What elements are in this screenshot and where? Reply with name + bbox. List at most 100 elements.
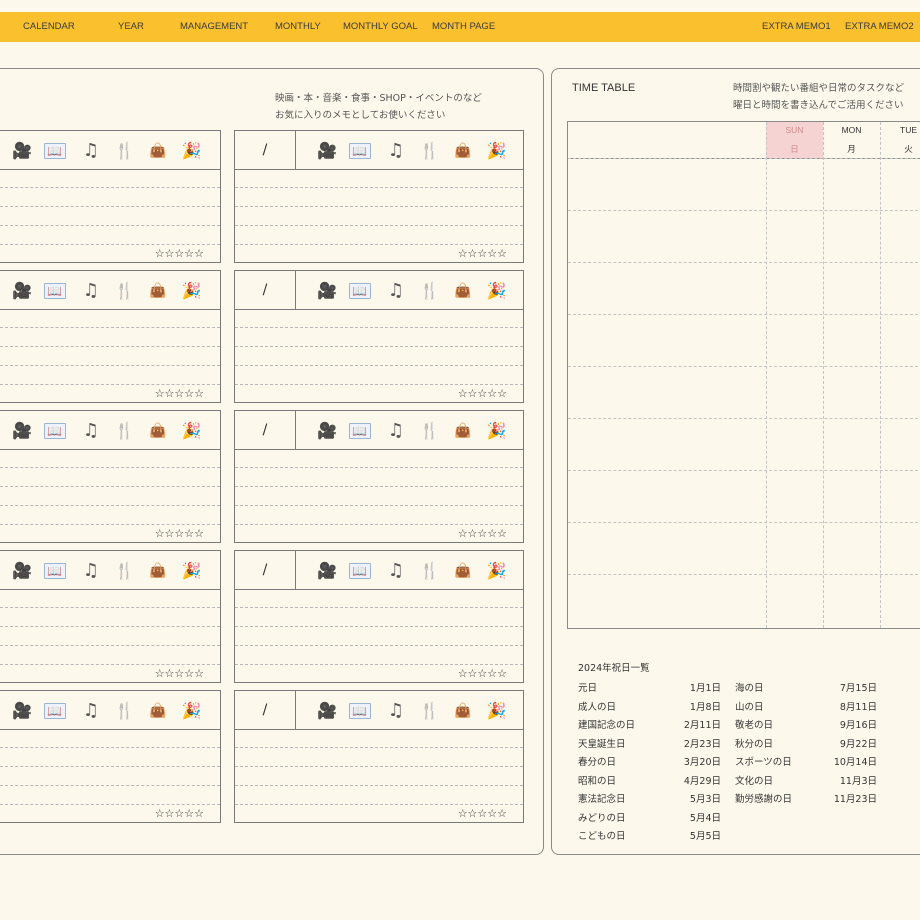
fork-knife-icon[interactable]: 🍴 xyxy=(113,139,137,163)
party-popper-icon[interactable]: 🎉 xyxy=(485,699,509,723)
memo-line xyxy=(0,244,220,245)
party-popper-icon[interactable]: 🎉 xyxy=(180,139,204,163)
memo-date-field[interactable]: / xyxy=(235,411,296,449)
film-camera-icon[interactable]: 🎥 xyxy=(315,139,339,163)
party-popper-icon[interactable]: 🎉 xyxy=(180,699,204,723)
memo-card[interactable]: / 🎥 📖 ♫ 🍴 👜 🎉 ☆☆☆☆☆ xyxy=(234,410,524,543)
memo-card[interactable]: / 🎥 📖 ♫ 🍴 👜 🎉 ☆☆☆☆☆ xyxy=(234,270,524,403)
book-icon[interactable]: 📖 xyxy=(348,703,371,719)
nav-management[interactable]: MANAGEMENT xyxy=(180,12,248,42)
music-notes-icon[interactable]: ♫ xyxy=(79,559,103,583)
film-camera-icon[interactable]: 🎥 xyxy=(315,279,339,303)
party-popper-icon[interactable]: 🎉 xyxy=(180,559,204,583)
film-camera-icon[interactable]: 🎥 xyxy=(10,279,34,303)
memo-card[interactable]: 🎥 📖 ♫ 🍴 👜 🎉 ☆☆☆☆☆ xyxy=(0,270,221,403)
category-icons: 🎥 📖 ♫ 🍴 👜 🎉 xyxy=(10,699,213,723)
book-icon[interactable]: 📖 xyxy=(348,423,371,439)
memo-card[interactable]: 🎥 📖 ♫ 🍴 👜 🎉 ☆☆☆☆☆ xyxy=(0,130,221,263)
memo-line xyxy=(235,785,523,786)
timetable-grid[interactable]: SUN 日 MON 月 TUE 火 xyxy=(567,121,920,629)
nav-extra-memo2[interactable]: EXTRA MEMO2 xyxy=(845,12,914,42)
handbag-icon[interactable]: 👜 xyxy=(451,139,475,163)
fork-knife-icon[interactable]: 🍴 xyxy=(418,559,442,583)
memo-card[interactable]: 🎥 📖 ♫ 🍴 👜 🎉 ☆☆☆☆☆ xyxy=(0,690,221,823)
handbag-icon[interactable]: 👜 xyxy=(146,559,170,583)
rating-stars[interactable]: ☆☆☆☆☆ xyxy=(155,387,204,400)
music-notes-icon[interactable]: ♫ xyxy=(79,139,103,163)
memo-card-header: / 🎥 📖 ♫ 🍴 👜 🎉 xyxy=(235,131,523,170)
book-icon[interactable]: 📖 xyxy=(43,423,66,439)
handbag-icon[interactable]: 👜 xyxy=(451,279,475,303)
rating-stars[interactable]: ☆☆☆☆☆ xyxy=(458,527,507,540)
handbag-icon[interactable]: 👜 xyxy=(451,419,475,443)
music-notes-icon[interactable]: ♫ xyxy=(384,559,408,583)
nav-monthly[interactable]: MONTHLY xyxy=(275,12,321,42)
handbag-icon[interactable]: 👜 xyxy=(146,699,170,723)
fork-knife-icon[interactable]: 🍴 xyxy=(113,559,137,583)
nav-month-page[interactable]: MONTH PAGE xyxy=(432,12,495,42)
film-camera-icon[interactable]: 🎥 xyxy=(10,139,34,163)
nav-extra-memo1[interactable]: EXTRA MEMO1 xyxy=(762,12,831,42)
rating-stars[interactable]: ☆☆☆☆☆ xyxy=(458,247,507,260)
memo-card-header: 🎥 📖 ♫ 🍴 👜 🎉 xyxy=(0,271,220,310)
memo-date-field[interactable]: / xyxy=(235,551,296,589)
rating-stars[interactable]: ☆☆☆☆☆ xyxy=(458,387,507,400)
fork-knife-icon[interactable]: 🍴 xyxy=(113,699,137,723)
handbag-icon[interactable]: 👜 xyxy=(146,419,170,443)
music-notes-icon[interactable]: ♫ xyxy=(79,279,103,303)
music-notes-icon[interactable]: ♫ xyxy=(384,699,408,723)
party-popper-icon[interactable]: 🎉 xyxy=(485,559,509,583)
handbag-icon[interactable]: 👜 xyxy=(451,559,475,583)
fork-knife-icon[interactable]: 🍴 xyxy=(418,419,442,443)
memo-card[interactable]: 🎥 📖 ♫ 🍴 👜 🎉 ☆☆☆☆☆ xyxy=(0,410,221,543)
nav-monthly-goal[interactable]: MONTHLY GOAL xyxy=(343,12,418,42)
rating-stars[interactable]: ☆☆☆☆☆ xyxy=(458,667,507,680)
film-camera-icon[interactable]: 🎥 xyxy=(315,559,339,583)
rating-stars[interactable]: ☆☆☆☆☆ xyxy=(155,247,204,260)
film-camera-icon[interactable]: 🎥 xyxy=(315,419,339,443)
memo-card[interactable]: / 🎥 📖 ♫ 🍴 👜 🎉 ☆☆☆☆☆ xyxy=(234,130,524,263)
book-icon[interactable]: 📖 xyxy=(43,703,66,719)
music-notes-icon[interactable]: ♫ xyxy=(79,699,103,723)
party-popper-icon[interactable]: 🎉 xyxy=(485,139,509,163)
fork-knife-icon[interactable]: 🍴 xyxy=(418,279,442,303)
music-notes-icon[interactable]: ♫ xyxy=(384,419,408,443)
book-icon[interactable]: 📖 xyxy=(348,563,371,579)
memo-date-field[interactable]: / xyxy=(235,131,296,169)
film-camera-icon[interactable]: 🎥 xyxy=(10,559,34,583)
fork-knife-icon[interactable]: 🍴 xyxy=(418,699,442,723)
nav-year[interactable]: YEAR xyxy=(118,12,144,42)
music-notes-icon[interactable]: ♫ xyxy=(384,139,408,163)
memo-date-field[interactable]: / xyxy=(235,691,296,729)
music-notes-icon[interactable]: ♫ xyxy=(384,279,408,303)
memo-date-field[interactable]: / xyxy=(235,271,296,309)
book-icon[interactable]: 📖 xyxy=(348,283,371,299)
memo-card[interactable]: / 🎥 📖 ♫ 🍴 👜 🎉 ☆☆☆☆☆ xyxy=(234,550,524,683)
book-icon[interactable]: 📖 xyxy=(43,283,66,299)
film-camera-icon[interactable]: 🎥 xyxy=(10,419,34,443)
party-popper-icon[interactable]: 🎉 xyxy=(485,419,509,443)
rating-stars[interactable]: ☆☆☆☆☆ xyxy=(155,667,204,680)
handbag-icon[interactable]: 👜 xyxy=(451,699,475,723)
film-camera-icon[interactable]: 🎥 xyxy=(10,699,34,723)
party-popper-icon[interactable]: 🎉 xyxy=(180,279,204,303)
memo-card[interactable]: 🎥 📖 ♫ 🍴 👜 🎉 ☆☆☆☆☆ xyxy=(0,550,221,683)
rating-stars[interactable]: ☆☆☆☆☆ xyxy=(458,807,507,820)
rating-stars[interactable]: ☆☆☆☆☆ xyxy=(155,807,204,820)
party-popper-icon[interactable]: 🎉 xyxy=(180,419,204,443)
rating-stars[interactable]: ☆☆☆☆☆ xyxy=(155,527,204,540)
book-icon[interactable]: 📖 xyxy=(348,143,371,159)
nav-calendar[interactable]: CALENDAR xyxy=(23,12,75,42)
party-popper-icon[interactable]: 🎉 xyxy=(485,279,509,303)
fork-knife-icon[interactable]: 🍴 xyxy=(418,139,442,163)
book-icon[interactable]: 📖 xyxy=(43,143,66,159)
memo-card[interactable]: / 🎥 📖 ♫ 🍴 👜 🎉 ☆☆☆☆☆ xyxy=(234,690,524,823)
book-icon[interactable]: 📖 xyxy=(43,563,66,579)
holiday-date: 2月11日 xyxy=(683,720,721,731)
fork-knife-icon[interactable]: 🍴 xyxy=(113,419,137,443)
film-camera-icon[interactable]: 🎥 xyxy=(315,699,339,723)
music-notes-icon[interactable]: ♫ xyxy=(79,419,103,443)
handbag-icon[interactable]: 👜 xyxy=(146,279,170,303)
handbag-icon[interactable]: 👜 xyxy=(146,139,170,163)
fork-knife-icon[interactable]: 🍴 xyxy=(113,279,137,303)
